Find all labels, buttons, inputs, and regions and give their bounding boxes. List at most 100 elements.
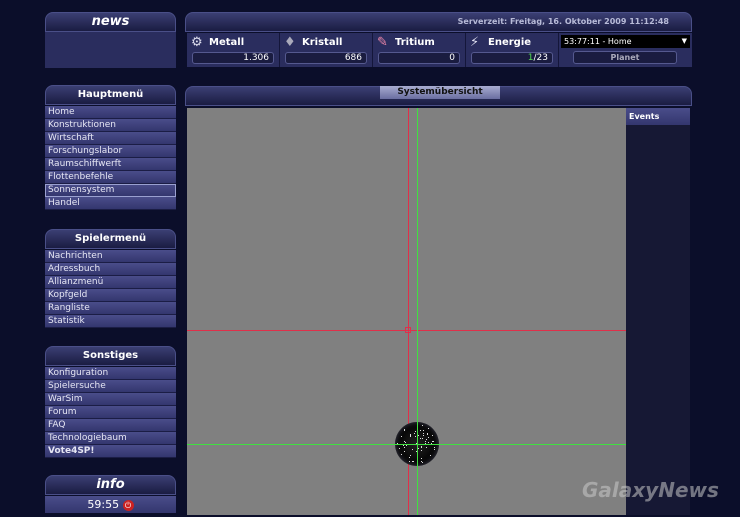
- resource-value: 1.306: [192, 52, 274, 64]
- planet-speckle: [422, 462, 423, 463]
- planet-speckle: [418, 448, 419, 449]
- planet-speckle: [423, 430, 424, 431]
- planet-speckle: [430, 455, 431, 456]
- planet-speckle: [422, 425, 423, 426]
- news-header: news: [45, 12, 176, 32]
- planet-speckle: [423, 433, 424, 434]
- menu-item-forum[interactable]: Forum: [45, 406, 176, 419]
- planet-speckle: [421, 450, 422, 451]
- planet-speckle: [410, 455, 411, 456]
- main-title: Systemübersicht: [380, 86, 500, 99]
- planet-speckle: [434, 449, 435, 450]
- menu-item-forschungslabor[interactable]: Forschungslabor: [45, 145, 176, 158]
- resource-kristall: ♦ Kristall 686: [280, 33, 373, 67]
- menu-item-kopfgeld[interactable]: Kopfgeld: [45, 289, 176, 302]
- menu-item-vote4sp[interactable]: Vote4SP!: [45, 445, 176, 458]
- planet-speckle: [415, 436, 416, 437]
- menu-item-spielersuche[interactable]: Spielersuche: [45, 380, 176, 393]
- menu-item-adressbuch[interactable]: Adressbuch: [45, 263, 176, 276]
- planet-speckle: [420, 430, 421, 431]
- session-timer: 59:55: [87, 498, 119, 511]
- menu-item-faq[interactable]: FAQ: [45, 419, 176, 432]
- planet-select[interactable]: 53:77:11 - Home ▼: [561, 35, 690, 48]
- planet-speckle: [404, 441, 405, 442]
- planet-speckle: [432, 435, 433, 436]
- menu-item-konfiguration[interactable]: Konfiguration: [45, 367, 176, 380]
- hauptmenu-header: Hauptmenü: [45, 85, 176, 105]
- planet-speckle: [421, 458, 422, 459]
- spielermenu: Nachrichten Adressbuch Allianzmenü Kopfg…: [45, 250, 176, 328]
- cursor-marker: [405, 327, 411, 333]
- spielermenu-header: Spielermenü: [45, 229, 176, 249]
- menu-item-home[interactable]: Home: [45, 106, 176, 119]
- planet-speckle: [404, 447, 405, 448]
- watermark: GalaxyNews: [582, 478, 719, 502]
- crosshair-green-vertical: [417, 108, 418, 515]
- planet-speckle: [427, 433, 428, 434]
- menu-item-allianzmenu[interactable]: Allianzmenü: [45, 276, 176, 289]
- planet-speckle: [399, 448, 400, 449]
- menu-item-warsim[interactable]: WarSim: [45, 393, 176, 406]
- energy-total: /23: [534, 53, 548, 63]
- resource-value: 1/23: [471, 52, 553, 64]
- info-header: info: [45, 475, 176, 495]
- energy-icon: ⚡: [470, 35, 479, 50]
- planet-speckle: [433, 441, 434, 442]
- planet-speckle: [413, 461, 414, 462]
- planet-speckle: [404, 451, 405, 452]
- sonstiges-header: Sonstiges: [45, 346, 176, 366]
- info-panel: 59:55 ⏻: [45, 496, 176, 513]
- planet-speckle: [426, 439, 427, 440]
- planet-speckle: [404, 430, 405, 431]
- resource-label: Kristall: [302, 37, 342, 48]
- events-panel: Events: [626, 108, 690, 515]
- sonstiges-menu: Konfiguration Spielersuche WarSim Forum …: [45, 367, 176, 458]
- logout-power-icon[interactable]: ⏻: [123, 500, 134, 511]
- planet-speckle: [401, 436, 402, 437]
- resource-label: Metall: [209, 37, 244, 48]
- planet-panel: 53:77:11 - Home ▼ Planet: [559, 33, 692, 67]
- planet-speckle: [425, 441, 426, 442]
- menu-item-technologiebaum[interactable]: Technologiebaum: [45, 432, 176, 445]
- top-header: Serverzeit: Freitag, 16. Oktober 2009 11…: [185, 12, 692, 32]
- planet-speckle: [428, 442, 429, 443]
- planet-speckle: [428, 437, 429, 438]
- menu-item-statistik[interactable]: Statistik: [45, 315, 176, 328]
- resource-value: 686: [285, 52, 367, 64]
- planet-button[interactable]: Planet: [573, 51, 677, 64]
- planet-speckle: [418, 435, 419, 436]
- planet-speckle: [422, 438, 423, 439]
- tritium-icon: ✎: [377, 35, 388, 50]
- menu-item-konstruktionen[interactable]: Konstruktionen: [45, 119, 176, 132]
- resource-label: Tritium: [395, 37, 435, 48]
- planet-speckle: [426, 447, 427, 448]
- crosshair-green-horizontal: [187, 444, 626, 445]
- resource-energie: ⚡ Energie 1/23: [466, 33, 559, 67]
- planet-speckle: [421, 447, 422, 448]
- system-map[interactable]: [187, 108, 626, 515]
- resource-label: Energie: [488, 37, 531, 48]
- planet-speckle: [409, 461, 410, 462]
- news-panel: [45, 32, 176, 68]
- crystal-icon: ♦: [284, 35, 296, 50]
- planet-speckle: [420, 438, 421, 439]
- resource-metall: ⚙ Metall 1.306: [187, 33, 280, 67]
- planet-speckle: [428, 428, 429, 429]
- menu-item-flottenbefehle[interactable]: Flottenbefehle: [45, 171, 176, 184]
- planet-speckle: [414, 433, 415, 434]
- menu-item-nachrichten[interactable]: Nachrichten: [45, 250, 176, 263]
- resource-tritium: ✎ Tritium 0: [373, 33, 466, 67]
- menu-item-raumschiffwerft[interactable]: Raumschiffwerft: [45, 158, 176, 171]
- hauptmenu: Home Konstruktionen Wirtschaft Forschung…: [45, 106, 176, 210]
- menu-item-handel[interactable]: Handel: [45, 197, 176, 210]
- planet-speckle: [412, 449, 413, 450]
- menu-item-rangliste[interactable]: Rangliste: [45, 302, 176, 315]
- menu-item-wirtschaft[interactable]: Wirtschaft: [45, 132, 176, 145]
- events-header[interactable]: Events: [626, 108, 690, 125]
- planet-speckle: [410, 436, 411, 437]
- resource-value: 0: [378, 52, 460, 64]
- chevron-down-icon: ▼: [682, 35, 687, 48]
- planet-speckle: [409, 457, 410, 458]
- planet-speckle: [423, 435, 424, 436]
- menu-item-sonnensystem[interactable]: Sonnensystem: [45, 184, 176, 197]
